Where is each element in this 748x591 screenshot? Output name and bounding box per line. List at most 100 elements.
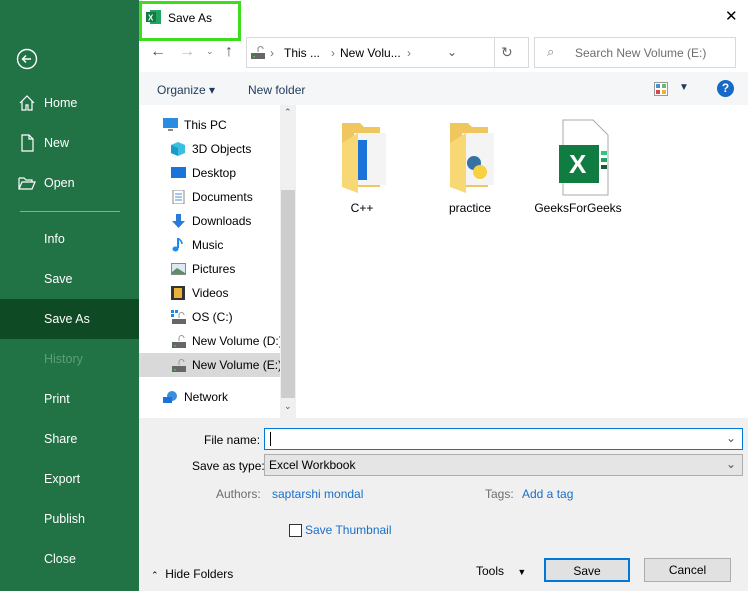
- breadcrumb-separator-icon: ›: [407, 46, 411, 60]
- sidebar-item-history: History: [44, 352, 83, 366]
- tags-label: Tags:: [485, 487, 514, 501]
- file-item-excel[interactable]: X GeeksForGeeks: [523, 118, 633, 215]
- file-name: practice: [448, 201, 492, 215]
- breadcrumb-separator-icon: ›: [270, 46, 274, 60]
- downloads-icon: [172, 214, 185, 228]
- chevron-down-icon[interactable]: ⌄: [726, 431, 736, 445]
- file-name-input[interactable]: ⌄: [264, 428, 743, 450]
- sidebar-item-label: New: [44, 136, 70, 150]
- authors-value[interactable]: saptarshi mondal: [272, 487, 363, 501]
- scroll-up-icon[interactable]: ⌃: [284, 107, 292, 118]
- tree-item[interactable]: New Volume (D:): [139, 329, 283, 353]
- save-thumbnail-checkbox[interactable]: [289, 524, 302, 537]
- view-dropdown-icon[interactable]: ▼: [679, 82, 689, 93]
- search-placeholder: Search New Volume (E:): [575, 46, 707, 60]
- new-folder-button[interactable]: New folder: [248, 83, 305, 97]
- svg-text:X: X: [569, 149, 587, 179]
- tree-item[interactable]: Pictures: [139, 257, 280, 281]
- drive-icon: [172, 359, 186, 372]
- sidebar-item-new[interactable]: New: [0, 123, 139, 163]
- authors-label: Authors:: [216, 487, 261, 501]
- sidebar-item-label: Open: [44, 176, 75, 190]
- file-name: C++: [350, 201, 374, 215]
- save-type-select[interactable]: Excel Workbook ⌄: [264, 454, 743, 476]
- up-button[interactable]: ↑: [225, 43, 233, 61]
- organize-button[interactable]: Organize ▾: [157, 83, 215, 97]
- add-tag-link[interactable]: Add a tag: [522, 487, 573, 501]
- tree-item-network[interactable]: Network: [139, 385, 280, 409]
- save-button[interactable]: Save: [544, 558, 630, 582]
- forward-button[interactable]: →: [179, 43, 195, 61]
- home-icon: [19, 95, 35, 111]
- cancel-button[interactable]: Cancel: [644, 558, 731, 582]
- tree-item[interactable]: Music: [139, 233, 280, 257]
- search-icon: ⌕: [547, 44, 555, 59]
- sidebar-item-info[interactable]: Info: [0, 219, 139, 259]
- refresh-icon[interactable]: ↻: [501, 44, 513, 61]
- sidebar-item-print[interactable]: Print: [0, 379, 139, 419]
- file-item-folder[interactable]: practice: [415, 118, 525, 215]
- svg-text:X: X: [148, 14, 154, 23]
- file-name-label: File name:: [204, 433, 261, 447]
- back-arrow-icon[interactable]: [16, 48, 38, 70]
- sidebar-item-close[interactable]: Close: [0, 539, 139, 579]
- tree-item-selected[interactable]: New Volume (E:): [139, 353, 282, 377]
- breadcrumb-new-volume[interactable]: New Volu...: [340, 46, 401, 60]
- folder-icon: [342, 123, 386, 193]
- breadcrumb-separator-icon: ›: [331, 46, 335, 60]
- sidebar-item-save-as[interactable]: Save As: [0, 299, 139, 339]
- sidebar-item-home[interactable]: Home: [0, 83, 139, 123]
- pictures-icon: [171, 263, 186, 275]
- tree-item[interactable]: OS (C:): [139, 305, 280, 329]
- save-type-label: Save as type:: [192, 459, 265, 473]
- command-bar: Organize ▾ New folder ▼ ?: [139, 72, 748, 105]
- tree-item[interactable]: Documents: [139, 185, 280, 209]
- recent-locations-chevron-icon[interactable]: ⌄: [206, 46, 214, 57]
- hide-folders-button[interactable]: ⌃ Hide Folders: [151, 567, 233, 581]
- tree-item[interactable]: Desktop: [139, 161, 280, 185]
- save-thumbnail-label[interactable]: Save Thumbnail: [305, 523, 392, 537]
- text-cursor: [270, 432, 271, 446]
- scrollbar-thumb[interactable]: [281, 190, 295, 398]
- drive-icon: [251, 45, 265, 59]
- open-folder-icon: [18, 177, 36, 190]
- tools-button[interactable]: Tools ▼: [476, 564, 526, 578]
- excel-file-icon: X: [559, 119, 609, 196]
- documents-icon: [172, 190, 185, 204]
- view-options-icon[interactable]: [654, 82, 668, 96]
- python-folder-icon: [450, 123, 494, 193]
- desktop-icon: [171, 167, 186, 178]
- address-dropdown-icon[interactable]: ⌄: [447, 45, 457, 59]
- sidebar-item-open[interactable]: Open: [0, 163, 139, 203]
- sidebar-divider: [20, 211, 120, 212]
- file-name: GeeksForGeeks: [534, 201, 622, 215]
- close-icon[interactable]: ✕: [725, 7, 738, 25]
- tree-item[interactable]: Videos: [139, 281, 280, 305]
- scroll-down-icon[interactable]: ⌄: [284, 401, 292, 412]
- address-bar[interactable]: › This ... › New Volu... › ⌄ ↻: [246, 37, 529, 68]
- backstage-sidebar: Home New Open Info Save Save As History …: [0, 0, 139, 591]
- network-icon: [163, 391, 177, 403]
- excel-icon: X: [146, 10, 161, 24]
- 3d-objects-icon: [171, 142, 185, 156]
- dialog-title: Save As: [168, 11, 213, 25]
- navigation-pane: This PC 3D Objects Desktop Documents Dow…: [139, 105, 283, 418]
- search-input[interactable]: ⌕ Search New Volume (E:): [534, 37, 736, 68]
- computer-icon: [163, 118, 178, 131]
- breadcrumb-this-pc[interactable]: This ...: [284, 46, 320, 60]
- chevron-down-icon: ⌄: [725, 457, 736, 471]
- help-icon[interactable]: ?: [717, 80, 734, 97]
- tree-item[interactable]: Downloads: [139, 209, 280, 233]
- videos-icon: [171, 286, 185, 300]
- sidebar-item-export[interactable]: Export: [0, 459, 139, 499]
- new-document-icon: [21, 134, 34, 152]
- file-item-folder[interactable]: C++: [307, 118, 417, 215]
- sidebar-item-publish[interactable]: Publish: [0, 499, 139, 539]
- back-button[interactable]: ←: [150, 43, 166, 61]
- sidebar-item-save[interactable]: Save: [0, 259, 139, 299]
- nav-scrollbar[interactable]: ⌃ ⌄: [280, 105, 296, 418]
- sidebar-item-share[interactable]: Share: [0, 419, 139, 459]
- save-type-value: Excel Workbook: [269, 458, 356, 472]
- tree-item-this-pc[interactable]: This PC: [139, 113, 280, 137]
- tree-item[interactable]: 3D Objects: [139, 137, 280, 161]
